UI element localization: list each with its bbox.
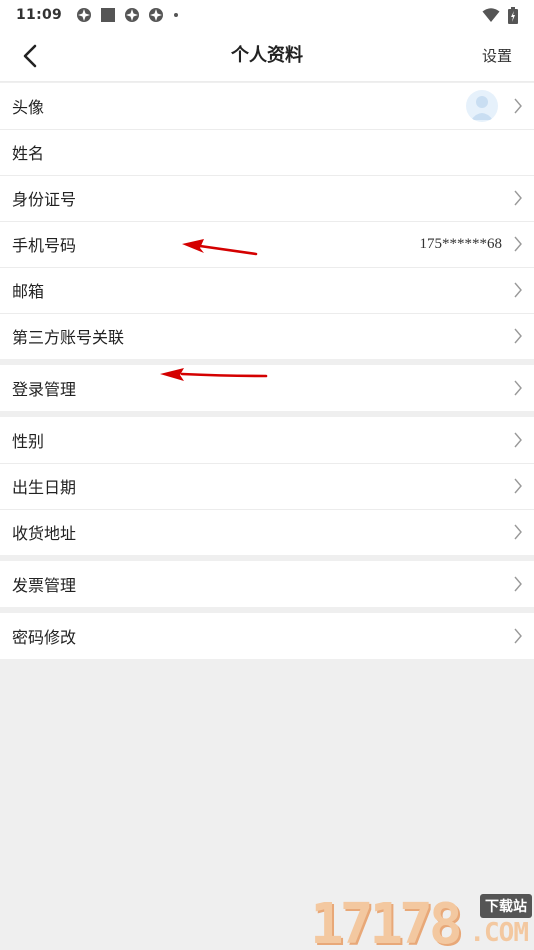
row-label: 出生日期 — [12, 478, 77, 497]
name-row[interactable]: 姓名 — [0, 129, 534, 175]
third-party-account-row[interactable]: 第三方账号关联 — [0, 313, 534, 359]
row-label: 邮箱 — [12, 282, 45, 301]
app-notification-icon — [125, 8, 140, 22]
app-notification-icon — [149, 8, 164, 22]
row-label: 登录管理 — [12, 380, 77, 399]
shipping-address-row[interactable]: 收货地址 — [0, 509, 534, 555]
invoice-management-row[interactable]: 发票管理 — [0, 561, 534, 607]
chevron-right-icon — [514, 628, 522, 644]
page-title: 个人资料 — [231, 45, 303, 66]
chevron-right-icon — [514, 576, 522, 592]
app-bar: 个人资料 设置 — [0, 30, 534, 82]
watermark-badge: 下载站 — [480, 894, 532, 918]
status-bar: 11:09 — [0, 0, 534, 30]
chevron-right-icon — [514, 524, 522, 540]
row-label: 密码修改 — [12, 628, 77, 647]
personal-details-group: 性别 出生日期 收货地址 — [0, 417, 534, 555]
birthday-row[interactable]: 出生日期 — [0, 463, 534, 509]
default-avatar-icon — [471, 96, 493, 120]
settings-button[interactable]: 设置 — [482, 30, 512, 82]
wifi-icon — [482, 8, 500, 22]
annotation-arrow-icon — [160, 368, 268, 381]
password-change-row[interactable]: 密码修改 — [0, 613, 534, 659]
password-group: 密码修改 — [0, 613, 534, 659]
email-row[interactable]: 邮箱 — [0, 267, 534, 313]
avatar — [466, 90, 498, 122]
row-label: 性别 — [12, 432, 45, 451]
battery-charging-icon — [508, 6, 518, 24]
row-label: 姓名 — [12, 144, 45, 163]
more-notifications-dot-icon — [174, 13, 179, 17]
phone-number-value: 175******68 — [419, 235, 503, 252]
row-label: 发票管理 — [12, 576, 77, 595]
id-number-row[interactable]: 身份证号 — [0, 175, 534, 221]
status-time: 11:09 — [16, 7, 63, 23]
chevron-right-icon — [514, 380, 522, 396]
notification-icons — [76, 7, 180, 23]
row-label: 手机号码 — [12, 236, 77, 255]
row-label: 头像 — [12, 98, 45, 117]
chevron-right-icon — [514, 478, 522, 494]
chevron-right-icon — [514, 282, 522, 298]
gender-row[interactable]: 性别 — [0, 417, 534, 463]
watermark-suffix: .COM — [469, 918, 529, 948]
profile-info-group: 头像 姓名 身份证号 手机号码 175******68 邮箱 第三方账号关联 — [0, 83, 534, 359]
watermark-logo: 17178 下载站 .COM — [310, 888, 534, 950]
avatar-row[interactable]: 头像 — [0, 83, 534, 129]
app-notification-icon — [101, 8, 116, 22]
chevron-right-icon — [514, 98, 522, 114]
chevron-right-icon — [514, 236, 522, 252]
watermark-digits: 17178 — [310, 892, 463, 950]
chevron-right-icon — [514, 432, 522, 448]
annotation-arrow-icon — [182, 239, 258, 256]
system-icons — [482, 6, 518, 24]
app-notification-icon — [77, 8, 92, 22]
invoice-group: 发票管理 — [0, 561, 534, 607]
row-label: 收货地址 — [12, 524, 77, 543]
phone-number-row[interactable]: 手机号码 175******68 — [0, 221, 534, 267]
chevron-right-icon — [514, 190, 522, 206]
row-label: 身份证号 — [12, 190, 77, 209]
chevron-right-icon — [514, 328, 522, 344]
row-label: 第三方账号关联 — [12, 328, 125, 347]
